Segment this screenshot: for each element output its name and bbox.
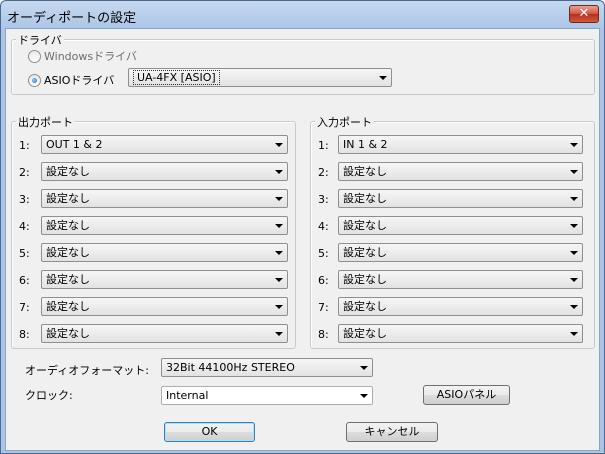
- input-port-select[interactable]: 設定なし: [338, 297, 583, 316]
- input-port-value: 設定なし: [343, 219, 387, 232]
- output-port-value: 設定なし: [46, 246, 90, 259]
- output-port-value: 設定なし: [46, 165, 90, 178]
- input-port-select[interactable]: 設定なし: [338, 216, 583, 235]
- output-port-number: 3:: [19, 193, 30, 206]
- input-port-value: 設定なし: [343, 273, 387, 286]
- chevron-down-icon: [275, 332, 283, 336]
- output-port-number: 1:: [19, 139, 30, 152]
- chevron-down-icon: [275, 197, 283, 201]
- input-port-value: IN 1 & 2: [343, 138, 388, 151]
- chevron-down-icon: [275, 251, 283, 255]
- input-port-select[interactable]: 設定なし: [338, 324, 583, 343]
- output-port-select[interactable]: 設定なし: [41, 324, 288, 343]
- audio-format-value: 32Bit 44100Hz STEREO: [166, 361, 295, 374]
- dialog-body: ドライバ Windowsドライバ ASIOドライバ UA-4FX [ASIO] …: [5, 28, 600, 451]
- input-port-number: 7:: [318, 301, 329, 314]
- output-port-value: 設定なし: [46, 327, 90, 340]
- chevron-down-icon: [570, 143, 578, 147]
- asio-driver-value: UA-4FX [ASIO]: [133, 70, 220, 85]
- chevron-down-icon: [379, 76, 387, 80]
- audio-format-label: オーディオフォーマット:: [25, 364, 149, 377]
- driver-group-label: ドライバ: [16, 32, 64, 48]
- input-port-number: 4:: [318, 220, 329, 233]
- input-port-value: 設定なし: [343, 300, 387, 313]
- audio-format-select[interactable]: 32Bit 44100Hz STEREO: [161, 358, 373, 377]
- input-port-number: 8:: [318, 328, 329, 341]
- chevron-down-icon: [275, 170, 283, 174]
- chevron-down-icon: [570, 170, 578, 174]
- output-port-select[interactable]: 設定なし: [41, 270, 288, 289]
- clock-select[interactable]: Internal: [161, 386, 373, 405]
- output-port-value: OUT 1 & 2: [46, 138, 103, 151]
- output-port-select[interactable]: 設定なし: [41, 162, 288, 181]
- asio-driver-select[interactable]: UA-4FX [ASIO]: [128, 68, 392, 87]
- output-port-number: 7:: [19, 301, 30, 314]
- clock-value: Internal: [166, 389, 209, 402]
- output-ports-group-label: 出力ポート: [16, 114, 75, 130]
- windows-driver-radio[interactable]: Windowsドライバ: [28, 48, 137, 64]
- input-port-value: 設定なし: [343, 327, 387, 340]
- clock-label: クロック:: [25, 389, 73, 402]
- output-port-number: 8:: [19, 328, 30, 341]
- chevron-down-icon: [570, 197, 578, 201]
- input-port-select[interactable]: 設定なし: [338, 243, 583, 262]
- chevron-down-icon: [570, 224, 578, 228]
- input-port-select[interactable]: IN 1 & 2: [338, 135, 583, 154]
- output-port-value: 設定なし: [46, 192, 90, 205]
- output-port-number: 5:: [19, 247, 30, 260]
- asio-driver-label: ASIOドライバ: [44, 74, 115, 87]
- chevron-down-icon: [360, 366, 368, 370]
- input-port-number: 1:: [318, 139, 329, 152]
- input-port-number: 5:: [318, 247, 329, 260]
- output-port-number: 4:: [19, 220, 30, 233]
- input-port-select[interactable]: 設定なし: [338, 270, 583, 289]
- input-port-number: 2:: [318, 166, 329, 179]
- asio-driver-radio[interactable]: ASIOドライバ: [28, 72, 114, 88]
- input-port-value: 設定なし: [343, 165, 387, 178]
- output-port-select[interactable]: 設定なし: [41, 216, 288, 235]
- input-port-select[interactable]: 設定なし: [338, 162, 583, 181]
- output-port-number: 2:: [19, 166, 30, 179]
- asio-panel-button[interactable]: ASIOパネル: [423, 385, 510, 405]
- driver-group: ドライバ Windowsドライバ ASIOドライバ UA-4FX [ASIO]: [11, 32, 595, 95]
- asio-driver-radio-circle[interactable]: [28, 73, 41, 87]
- chevron-down-icon: [570, 278, 578, 282]
- chevron-down-icon: [570, 251, 578, 255]
- input-port-value: 設定なし: [343, 192, 387, 205]
- title-bar[interactable]: オーディポートの設定 ✕: [1, 1, 604, 29]
- input-port-select[interactable]: 設定なし: [338, 189, 583, 208]
- input-port-number: 3:: [318, 193, 329, 206]
- chevron-down-icon: [275, 224, 283, 228]
- chevron-down-icon: [570, 332, 578, 336]
- output-port-select[interactable]: 設定なし: [41, 189, 288, 208]
- output-port-number: 6:: [19, 274, 30, 287]
- input-port-value: 設定なし: [343, 246, 387, 259]
- chevron-down-icon: [570, 305, 578, 309]
- output-port-select[interactable]: OUT 1 & 2: [41, 135, 288, 154]
- ok-button[interactable]: OK: [164, 422, 255, 442]
- output-port-select[interactable]: 設定なし: [41, 243, 288, 262]
- chevron-down-icon: [275, 305, 283, 309]
- output-port-select[interactable]: 設定なし: [41, 297, 288, 316]
- input-ports-group-label: 入力ポート: [315, 114, 374, 130]
- close-icon: ✕: [578, 6, 590, 21]
- output-port-value: 設定なし: [46, 300, 90, 313]
- output-port-value: 設定なし: [46, 219, 90, 232]
- output-port-value: 設定なし: [46, 273, 90, 286]
- window-title: オーディポートの設定: [7, 11, 137, 26]
- dialog-window: オーディポートの設定 ✕ ドライバ Windowsドライバ ASIOドライバ U…: [0, 0, 605, 454]
- input-port-number: 6:: [318, 274, 329, 287]
- chevron-down-icon: [275, 143, 283, 147]
- windows-driver-radio-circle[interactable]: [28, 49, 41, 63]
- close-button[interactable]: ✕: [569, 5, 599, 23]
- chevron-down-icon: [360, 394, 368, 398]
- cancel-button[interactable]: キャンセル: [346, 422, 438, 442]
- windows-driver-label: Windowsドライバ: [44, 50, 137, 63]
- chevron-down-icon: [275, 278, 283, 282]
